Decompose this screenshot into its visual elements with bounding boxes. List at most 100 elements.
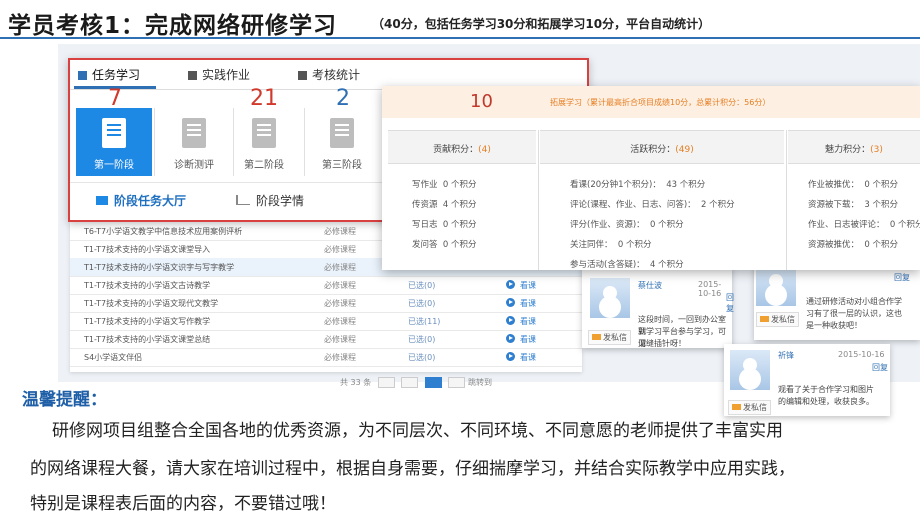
course-name: T1-T7技术支持的小学语文写作教学 <box>84 317 211 326</box>
stage-third[interactable]: 第三阶段 <box>304 108 380 176</box>
column-divider <box>786 130 787 270</box>
course-status: 已选(0) <box>408 299 436 308</box>
page-button[interactable] <box>377 377 395 388</box>
reply-link[interactable]: 回复 <box>726 292 734 314</box>
bar-chart-icon <box>236 195 250 205</box>
points-label: 写作业 <box>412 180 438 190</box>
points-row: 资源被下载： 3 个积分 <box>808 198 898 210</box>
points-value: 0 个积分 <box>617 240 652 250</box>
square-icon <box>78 71 87 80</box>
comment-text: 习有了很一层的认识，这也 <box>806 309 902 318</box>
button-label: 发私信 <box>743 403 767 412</box>
play-icon[interactable] <box>506 334 515 343</box>
points-value: 3 个积分 <box>864 200 899 210</box>
course-status: 已选(0) <box>408 281 436 290</box>
tab-assessment-stats[interactable]: 考核统计 <box>298 66 360 83</box>
points-row: 关注同伴： 0 个积分 <box>570 238 652 250</box>
course-name: T1-T7技术支持的小学语文识字与写字教学 <box>84 263 235 272</box>
table-row[interactable]: T1-T7技术支持的小学语文现代文教学 必修课程 已选(0) 看课 <box>70 294 582 313</box>
page-button[interactable] <box>401 377 419 388</box>
points-row: 看课(20分钟1个积分)： 43 个积分 <box>570 178 705 190</box>
page-button-current[interactable] <box>424 377 442 388</box>
table-row[interactable]: T1-T7技术支持的小学语文古诗教学 必修课程 已选(0) 看课 <box>70 276 582 295</box>
tab-label: 任务学习 <box>92 68 141 82</box>
column-title: 贡献积分： <box>433 145 479 155</box>
play-icon[interactable] <box>506 280 515 289</box>
watch-course-link[interactable]: 看课 <box>520 298 536 309</box>
column-total: (3) <box>870 145 883 155</box>
document-icon <box>330 118 354 148</box>
course-status: 已选(0) <box>408 353 436 362</box>
comment-text: 的编辑和处理，收获良多。 <box>778 397 874 406</box>
play-icon[interactable] <box>506 316 515 325</box>
reply-link[interactable]: 回复 <box>894 272 910 283</box>
column-title: 魅力积分： <box>825 145 871 155</box>
course-name: T1-T7技术支持的小学语文古诗教学 <box>84 281 211 290</box>
course-name: T6-T7小学语文教学中信息技术应用案例评析 <box>84 227 243 236</box>
page-button[interactable] <box>448 377 466 388</box>
comment-card: 回复 通过研修活动对小组合作学 习有了很一层的认识，这也 是一种收获吧！ 发私信 <box>754 266 920 340</box>
watch-course-link[interactable]: 看课 <box>520 280 536 291</box>
subtab-label: 阶段学情 <box>256 194 305 208</box>
points-label: 关注同伴： <box>570 240 613 250</box>
course-name: T1-T7技术支持的小学语文现代文教学 <box>84 299 219 308</box>
points-row: 作业、日志被评论： 0 个积分 <box>808 218 920 230</box>
contribution-points-header: 贡献积分：(4) <box>388 130 536 164</box>
points-value: 4 个积分 <box>442 200 477 210</box>
private-message-button[interactable]: 发私信 <box>756 312 799 327</box>
private-message-button[interactable]: 发私信 <box>588 330 631 345</box>
points-label: 资源被下载： <box>808 200 860 210</box>
course-type: 必修课程 <box>324 335 356 344</box>
points-label: 参与活动(含答疑)： <box>570 260 645 270</box>
page-subtitle: （40分，包括任务学习30分和拓展学习10分，平台自动统计） <box>372 17 711 31</box>
stage-label: 诊断测评 <box>174 160 214 171</box>
points-value: 0 个积分 <box>442 240 477 250</box>
subtab-stage-task-hall[interactable]: 阶段任务大厅 <box>96 192 186 209</box>
play-icon[interactable] <box>506 352 515 361</box>
subtab-label: 阶段任务大厅 <box>114 194 187 208</box>
private-message-button[interactable]: 发私信 <box>728 400 771 415</box>
comment-card: 蔡仕波 2015-10-16 回复 这段时间，一回到办公室就 到学习平台参与学习… <box>582 266 734 348</box>
watch-course-link[interactable]: 看课 <box>520 316 536 327</box>
divider <box>154 108 155 176</box>
points-row: 评分(作业、资源)： 0 个积分 <box>570 218 684 230</box>
stage-first[interactable]: 第一阶段 <box>76 108 152 176</box>
course-type: 必修课程 <box>324 281 356 290</box>
tab-practice-homework[interactable]: 实践作业 <box>188 66 250 83</box>
column-total: (4) <box>478 145 491 155</box>
charm-points-header: 魅力积分：(3) <box>788 130 920 164</box>
points-value: 43 个积分 <box>666 180 706 190</box>
play-icon[interactable] <box>506 298 515 307</box>
stage-label: 第三阶段 <box>322 160 362 171</box>
document-icon <box>188 71 197 80</box>
stage-second[interactable]: 第二阶段 <box>226 108 302 176</box>
column-divider <box>538 130 539 270</box>
watch-course-link[interactable]: 看课 <box>520 352 536 363</box>
commenter-name[interactable]: 蔡仕波 <box>638 280 662 291</box>
copy-icon <box>182 118 206 148</box>
tab-label: 实践作业 <box>202 68 251 82</box>
tab-task-learning[interactable]: 任务学习 <box>78 66 140 83</box>
points-label: 资源被推优： <box>808 240 860 250</box>
tip-text: 研修网项目组整合全国各地的优秀资源，为不同层次、不同环境、不同意愿的老师提供了丰… <box>52 421 783 441</box>
pager-jump[interactable]: 跳转到 <box>468 378 492 387</box>
comment-text: 通过研修活动对小组合作学 <box>806 297 902 306</box>
points-value: 0 个积分 <box>864 240 899 250</box>
document-icon <box>102 118 126 148</box>
table-row[interactable]: T1-T7技术支持的小学语文写作教学 必修课程 已选(11) 看课 <box>70 312 582 331</box>
envelope-icon <box>592 334 601 340</box>
course-status: 已选(0) <box>408 335 436 344</box>
commenter-name[interactable]: 祈锋 <box>778 350 794 361</box>
stage-diagnostic[interactable]: 诊断测评 <box>156 108 232 176</box>
reply-link[interactable]: 回复 <box>872 362 888 373</box>
envelope-icon <box>732 404 741 410</box>
envelope-icon <box>760 316 769 322</box>
table-row[interactable]: S4小学语文伴侣 必修课程 已选(0) 看课 <box>70 348 582 367</box>
points-row: 写日志 0 个积分 <box>412 218 477 230</box>
watch-course-link[interactable]: 看课 <box>520 334 536 345</box>
annotation-number: 10 <box>470 91 493 112</box>
points-row: 参与活动(含答疑)： 4 个积分 <box>570 258 684 270</box>
table-row[interactable]: T1-T7技术支持的小学语文课堂总结 必修课程 已选(0) 看课 <box>70 330 582 349</box>
subtab-stage-learning-status[interactable]: 阶段学情 <box>236 192 304 209</box>
column-total: (49) <box>675 145 694 155</box>
